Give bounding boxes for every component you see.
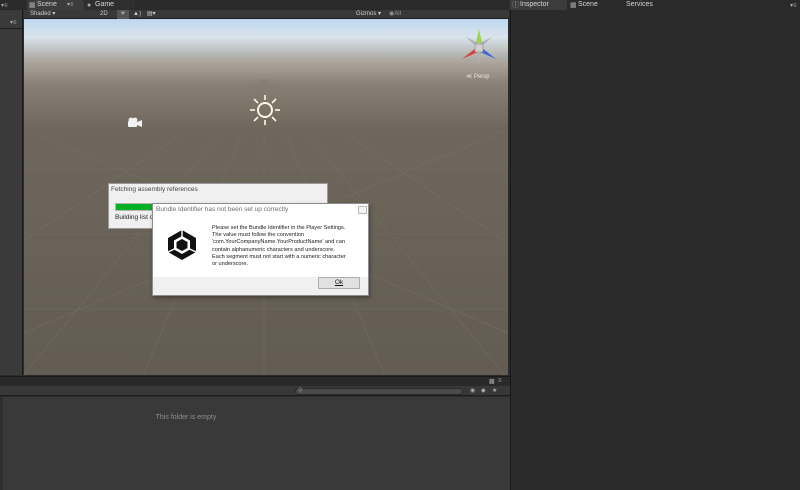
- camera-icon[interactable]: [127, 117, 143, 129]
- alert-message-line: contain alphanumeric characters and unde…: [212, 246, 335, 253]
- persp-arrows-icon: ≪: [466, 74, 473, 80]
- tab-scene-label: Scene: [37, 1, 57, 8]
- divider: [0, 28, 22, 29]
- project-sidebar-edge: [0, 397, 3, 490]
- empty-folder-message: This folder is empty: [155, 414, 217, 421]
- effects-dropdown[interactable]: ▤▾: [147, 10, 156, 19]
- tab-inspector-label: Inspector: [520, 1, 549, 8]
- ok-button-label: Ok: [334, 279, 344, 286]
- shading-mode-label: Shaded: [30, 11, 51, 17]
- speaker-icon: ▲): [133, 11, 141, 17]
- hierarchy-panel: ▾≡: [0, 10, 23, 375]
- tab-inspector[interactable]: ⓘ Inspector: [510, 0, 567, 10]
- unity-logo-icon: [167, 230, 197, 260]
- search-icon: ⚲: [298, 388, 303, 394]
- inspector-panel: [510, 0, 800, 490]
- scene-icon: ▦: [570, 2, 577, 9]
- lighting-toggle[interactable]: ☀: [117, 10, 129, 19]
- favorite-icon[interactable]: ★: [492, 387, 497, 394]
- tab-game[interactable]: ● Game: [85, 0, 135, 10]
- alert-message-line: 'com.YourCompanyName.YourProductName' an…: [212, 239, 345, 246]
- lock-icon[interactable]: ▩: [489, 378, 495, 385]
- project-search-input[interactable]: ⚲: [295, 388, 463, 395]
- tab-game-label: Game: [95, 1, 115, 8]
- projection-toggle[interactable]: ≪ Persp: [466, 73, 490, 80]
- orientation-gizmo-icon[interactable]: [456, 25, 502, 71]
- filter-by-type-icon[interactable]: ◉: [470, 387, 475, 394]
- inspector-options-icon[interactable]: ▾≡: [790, 2, 797, 9]
- scene-toolbar: Shaded ▾ 2D ☀ ▲) ▤▾ Gizmos ▾ ◉All: [24, 10, 509, 19]
- image-icon: ▤: [147, 11, 153, 17]
- window-menu-icon[interactable]: ▾≡: [1, 2, 8, 9]
- project-tab-bar: ▩ ≡: [0, 376, 510, 386]
- shading-mode-dropdown[interactable]: Shaded ▾: [30, 10, 55, 19]
- ok-button[interactable]: Ok: [318, 277, 360, 289]
- alert-title: Bundle Identifier has not been set up co…: [156, 206, 289, 213]
- alert-message-line: The value must follow the convention: [212, 232, 305, 239]
- close-button[interactable]: [358, 206, 367, 214]
- alert-dialog: Bundle Identifier has not been set up co…: [152, 203, 369, 296]
- project-content-pane[interactable]: [0, 397, 510, 490]
- progress-bar-fill: [116, 204, 153, 210]
- alert-message-line: or underscore.: [212, 261, 249, 268]
- tab-services[interactable]: Services: [624, 0, 669, 10]
- directional-light-icon[interactable]: [249, 94, 281, 126]
- progress-dialog-title: Fetching assembly references: [111, 186, 198, 193]
- tab-scene-secondary-label: Scene: [578, 1, 598, 8]
- progress-status-text: Building list of: [115, 214, 156, 221]
- project-options-icon[interactable]: ≡: [498, 378, 502, 384]
- alert-message: Please set the Bundle Identifier in the …: [212, 225, 364, 268]
- hierarchy-options-icon[interactable]: ▾≡: [10, 19, 17, 26]
- tab-services-label: Services: [626, 1, 653, 8]
- tab-scene-secondary[interactable]: ▦ Scene: [568, 0, 622, 10]
- alert-message-line: Please set the Bundle Identifier in the …: [212, 225, 346, 231]
- persp-label: Persp: [473, 74, 490, 80]
- mode-2d-toggle[interactable]: 2D: [100, 10, 108, 19]
- filter-by-label-icon[interactable]: ◆: [481, 387, 486, 394]
- tab-options-icon[interactable]: ▾≡: [67, 0, 74, 10]
- alert-title-bar[interactable]: Bundle Identifier has not been set up co…: [153, 204, 368, 215]
- gizmos-label: Gizmos: [356, 11, 377, 17]
- audio-toggle[interactable]: ▲): [133, 10, 141, 19]
- gizmos-dropdown[interactable]: Gizmos ▾: [356, 10, 381, 19]
- sun-icon: ☀: [120, 11, 126, 17]
- scene-search-input[interactable]: ◉All: [389, 10, 401, 19]
- info-icon: ⓘ: [512, 2, 519, 9]
- tab-scene[interactable]: ▦ Scene ▾≡: [27, 0, 84, 10]
- alert-message-line: Each segment must not start with a numer…: [212, 253, 346, 260]
